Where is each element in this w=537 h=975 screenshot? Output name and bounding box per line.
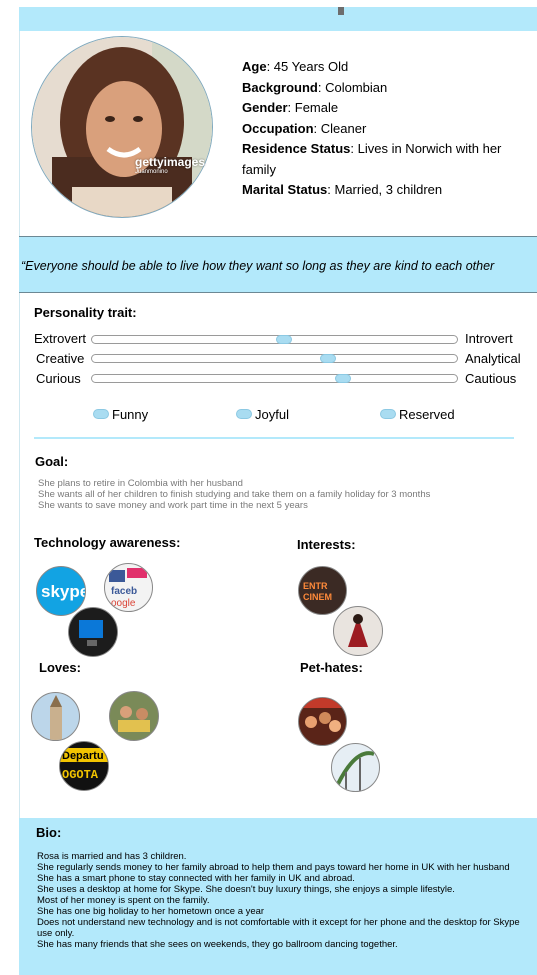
section-divider — [34, 437, 514, 439]
departure-text: Departu — [62, 750, 104, 762]
persona-photo — [31, 36, 213, 218]
goal-item: She plans to retire in Colombia with her… — [38, 478, 243, 489]
svg-text:CINEM: CINEM — [303, 592, 332, 602]
mood-label-funny: Funny — [112, 407, 149, 422]
bio-title: Bio: — [36, 825, 62, 840]
church-tower-icon — [31, 692, 80, 741]
goal-title: Goal: — [35, 454, 69, 469]
bogota-departures-icon: Departu OGOTA — [59, 741, 109, 791]
crowded-party-icon — [298, 697, 347, 746]
ballroom-dancing-icon — [333, 606, 383, 656]
technology-title: Technology awareness: — [34, 535, 181, 550]
trait-left-label: Creative — [36, 351, 85, 366]
trait-slider-track — [91, 354, 458, 363]
mood-label-reserved: Reserved — [399, 407, 455, 422]
family-picnic-icon — [109, 691, 159, 741]
bio-text: Rosa is married and has 3 children. She … — [37, 851, 520, 950]
profile-field-background: Background: Colombian — [242, 79, 388, 95]
trait-slider-track — [91, 374, 458, 383]
trait-slider-knob[interactable] — [334, 374, 351, 383]
rollercoaster-icon — [331, 743, 380, 792]
svg-text:faceb: faceb — [111, 586, 137, 597]
top-banner — [19, 7, 537, 31]
mood-label-joyful: Joyful — [255, 407, 289, 422]
svg-text:skype: skype — [41, 582, 85, 601]
profile-field-age: Age: 45 Years Old — [242, 59, 349, 74]
mood-pill-icon — [236, 409, 252, 419]
mood-pill-icon — [380, 409, 396, 419]
trait-slider-knob[interactable] — [276, 335, 293, 344]
cinema-sign-icon: ENTR CINEM — [298, 566, 347, 615]
loves-title: Loves: — [39, 660, 81, 675]
watermark-text: gettyimages — [135, 155, 206, 169]
personality-title: Personality trait: — [34, 305, 137, 320]
trait-slider-knob[interactable] — [320, 354, 337, 363]
trait-left-label: Curious — [36, 371, 81, 386]
interests-title: Interests: — [297, 537, 356, 552]
goal-item: She wants all of her children to finish … — [38, 489, 431, 500]
pet-hates-title: Pet-hates: — [300, 660, 363, 675]
top-banner-mark — [338, 7, 344, 15]
persona-quote: “Everyone should be able to live how the… — [21, 259, 495, 273]
profile-field-occupation: Occupation: Cleaner — [242, 120, 367, 136]
social-media-icon: faceb oogle — [104, 563, 153, 612]
svg-text:ENTR: ENTR — [303, 581, 328, 591]
profile-field-residence: Residence Status: Lives in Norwich with … — [242, 141, 502, 177]
windows-desktop-icon — [68, 607, 118, 657]
skype-logo-icon: skype — [36, 566, 86, 616]
trait-right-label: Introvert — [465, 331, 513, 346]
mood-pill-icon — [93, 409, 109, 419]
trait-left-label: Extrovert — [34, 331, 87, 346]
svg-text:oogle: oogle — [111, 598, 136, 609]
trait-right-label: Analytical — [465, 351, 521, 366]
goal-list: She plans to retire in Colombia with her… — [38, 478, 518, 511]
profile-field-marital: Marital Status: Married, 3 children — [242, 182, 443, 197]
trait-right-label: Cautious — [465, 371, 517, 386]
profile-info: Age: 45 Years Old Background: Colombian … — [242, 57, 527, 201]
trait-slider-track — [91, 335, 458, 344]
profile-field-gender: Gender: Female — [242, 100, 339, 115]
bogota-text: OGOTA — [62, 768, 99, 782]
watermark-subtext: Juanmonino — [135, 169, 168, 175]
goal-item: She wants to save money and work part ti… — [38, 500, 308, 511]
photo-watermark: gettyimages Juanmonino — [135, 155, 205, 175]
